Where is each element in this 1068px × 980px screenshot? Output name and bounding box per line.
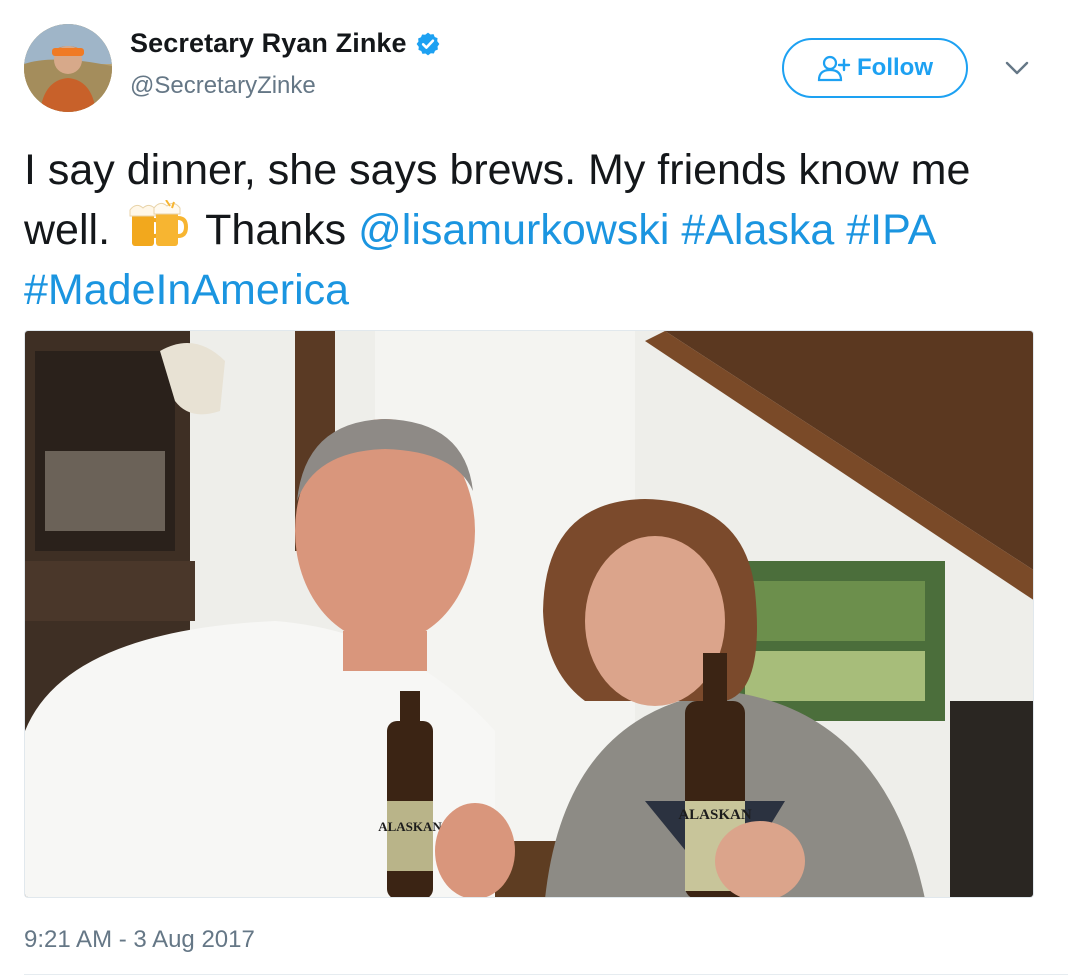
avatar-image (24, 24, 112, 112)
bottle-label-right: ALASKAN (678, 807, 752, 823)
follow-button-label: Follow (857, 54, 933, 81)
hashtag-ipa[interactable]: #IPA (846, 206, 934, 254)
user-name-row[interactable]: Secretary Ryan Zinke (130, 28, 441, 59)
verified-badge-icon (416, 32, 440, 55)
follow-button[interactable]: Follow (782, 38, 968, 98)
divider (24, 974, 1068, 975)
add-user-icon (817, 55, 851, 82)
tweet-text: I say dinner, she says brews. My friends… (24, 140, 1044, 320)
tweet-photo[interactable]: ALASKAN ALASKAN (24, 330, 1034, 898)
chevron-down-icon[interactable] (1004, 58, 1030, 78)
mention-link[interactable]: @lisamurkowski (358, 206, 669, 254)
photo-illustration: ALASKAN ALASKAN (25, 331, 1033, 897)
bottle-label-left: ALASKAN (378, 819, 442, 834)
avatar[interactable] (24, 24, 112, 112)
tweet-timestamp[interactable]: 9:21 AM - 3 Aug 2017 (24, 926, 255, 954)
hashtag-madeinamerica[interactable]: #MadeInAmerica (24, 266, 349, 314)
hashtag-alaska[interactable]: #Alaska (681, 206, 834, 254)
tweet-text-part2: Thanks (205, 206, 347, 254)
display-name[interactable]: Secretary Ryan Zinke (130, 28, 407, 59)
user-handle[interactable]: @SecretaryZinke (130, 72, 316, 100)
beers-emoji-icon (129, 200, 188, 246)
